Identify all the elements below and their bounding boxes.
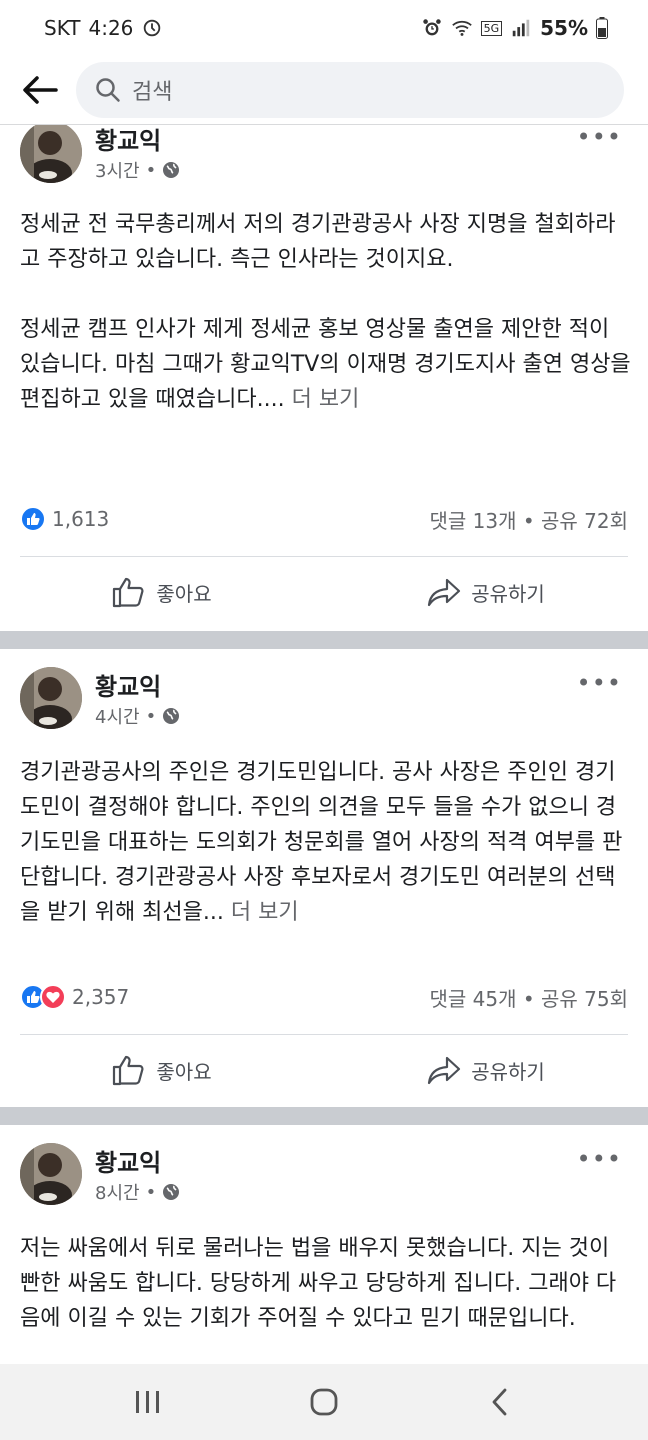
battery-percent: 55% xyxy=(540,16,588,40)
see-more-link[interactable]: 더 보기 xyxy=(292,387,360,412)
more-options-button[interactable]: ••• xyxy=(577,125,622,151)
share-button[interactable]: 공유하기 xyxy=(324,557,648,627)
like-label: 좋아요 xyxy=(156,1059,212,1084)
search-header: 검색 xyxy=(0,56,648,124)
home-button[interactable] xyxy=(284,1372,364,1432)
post-header: 황교익 3시간 • ••• xyxy=(20,125,628,191)
like-button[interactable]: 좋아요 xyxy=(0,557,324,627)
post-paragraph: 정세균 전 국무총리께서 저의 경기관광공사 사장 지명을 철회하라고 주장하고… xyxy=(20,212,616,272)
arrow-left-icon xyxy=(23,76,58,104)
search-placeholder: 검색 xyxy=(132,80,173,105)
post-meta: 8시간 • xyxy=(95,1179,180,1205)
battery-icon xyxy=(596,17,608,39)
recent-apps-button[interactable] xyxy=(108,1372,188,1432)
globe-icon xyxy=(163,708,180,724)
recent-apps-icon xyxy=(136,1391,159,1413)
post-actions: 좋아요 공유하기 xyxy=(0,557,648,627)
chevron-left-icon xyxy=(492,1388,507,1416)
post-card: 황교익 3시간 • ••• 정세균 전 국무총리께서 저의 경기관광공사 사장 … xyxy=(0,125,648,631)
post-stats: 1,613 댓글 13개 • 공유 72회 xyxy=(20,503,628,535)
post-text: 경기관광공사의 주인은 경기도민입니다. 공사 사장은 주인인 경기도민이 결정… xyxy=(20,755,632,930)
reaction-count: 1,613 xyxy=(52,507,110,531)
post-author[interactable]: 황교익 xyxy=(95,667,161,702)
see-more-link[interactable]: 더 보기 xyxy=(231,900,299,925)
post-author[interactable]: 황교익 xyxy=(95,1143,161,1178)
share-button[interactable]: 공유하기 xyxy=(324,1035,648,1105)
status-right: 5G 55% xyxy=(421,16,608,40)
post-text: 저는 싸움에서 뒤로 물러나는 법을 배우지 못했습니다. 지는 것이 빤한 싸… xyxy=(20,1231,632,1336)
post-separator xyxy=(0,1107,648,1125)
post-author[interactable]: 황교익 xyxy=(95,125,161,156)
share-label: 공유하기 xyxy=(471,1059,545,1084)
data-saver-icon xyxy=(144,19,161,37)
post-actions: 좋아요 공유하기 xyxy=(0,1035,648,1105)
avatar[interactable] xyxy=(20,125,82,183)
post-header: 황교익 4시간 • ••• xyxy=(20,667,628,737)
post-text: 정세균 전 국무총리께서 저의 경기관광공사 사장 지명을 철회하라고 주장하고… xyxy=(20,207,632,417)
post-time[interactable]: 3시간 xyxy=(95,157,140,183)
love-reaction-icon xyxy=(40,984,66,1010)
share-label: 공유하기 xyxy=(471,581,545,606)
globe-icon xyxy=(163,162,180,178)
reactions-summary[interactable]: 1,613 xyxy=(20,506,109,532)
like-label: 좋아요 xyxy=(156,581,212,606)
globe-icon xyxy=(163,1184,180,1200)
clock: 4:26 xyxy=(88,16,134,40)
comments-shares[interactable]: 댓글 45개 • 공유 75회 xyxy=(429,983,628,1012)
post-card: 황교익 8시간 • ••• 저는 싸움에서 뒤로 물러나는 법을 배우지 못했습… xyxy=(0,1125,648,1364)
post-time[interactable]: 4시간 xyxy=(95,703,140,729)
thumbs-up-icon xyxy=(113,1055,144,1086)
status-left: SKT 4:26 xyxy=(44,16,163,40)
more-options-button[interactable]: ••• xyxy=(577,1145,622,1173)
comments-shares[interactable]: 댓글 13개 • 공유 72회 xyxy=(429,505,628,534)
search-icon xyxy=(96,78,120,102)
network-badge: 5G xyxy=(480,20,503,36)
back-button[interactable] xyxy=(18,68,62,112)
post-paragraph: 정세균 캠프 인사가 제게 정세균 홍보 영상물 출연을 제안한 적이 있습니다… xyxy=(20,317,631,412)
post-paragraph: 경기관광공사의 주인은 경기도민입니다. 공사 사장은 주인인 경기도민이 결정… xyxy=(20,760,623,925)
avatar[interactable] xyxy=(20,1143,82,1205)
reactions-summary[interactable]: 2,357 xyxy=(20,984,129,1010)
search-input[interactable]: 검색 xyxy=(76,62,624,118)
post-separator xyxy=(0,631,648,649)
post-stats: 2,357 댓글 45개 • 공유 75회 xyxy=(20,981,628,1013)
like-reaction-icon xyxy=(20,506,46,532)
carrier-label: SKT xyxy=(44,16,81,40)
like-button[interactable]: 좋아요 xyxy=(0,1035,324,1105)
avatar[interactable] xyxy=(20,667,82,729)
share-arrow-icon xyxy=(428,578,461,607)
post-card: 황교익 4시간 • ••• 경기관광공사의 주인은 경기도민입니다. 공사 사장… xyxy=(0,649,648,1107)
home-icon xyxy=(310,1388,338,1416)
more-options-button[interactable]: ••• xyxy=(577,669,622,697)
alarm-icon xyxy=(422,19,441,36)
post-meta: 4시간 • xyxy=(95,703,180,729)
reaction-count: 2,357 xyxy=(72,985,130,1009)
status-bar: SKT 4:26 5G 55% xyxy=(0,0,648,56)
signal-icon xyxy=(512,19,530,37)
system-back-button[interactable] xyxy=(460,1372,540,1432)
post-header: 황교익 8시간 • ••• xyxy=(20,1143,628,1213)
post-paragraph: 저는 싸움에서 뒤로 물러나는 법을 배우지 못했습니다. 지는 것이 빤한 싸… xyxy=(20,1236,617,1331)
wifi-icon xyxy=(451,20,472,36)
post-time[interactable]: 8시간 xyxy=(95,1179,140,1205)
post-meta: 3시간 • xyxy=(95,157,180,183)
system-nav-bar xyxy=(0,1364,648,1440)
share-arrow-icon xyxy=(428,1056,461,1085)
thumbs-up-icon xyxy=(113,577,144,608)
feed: 황교익 3시간 • ••• 정세균 전 국무총리께서 저의 경기관광공사 사장 … xyxy=(0,124,648,1364)
